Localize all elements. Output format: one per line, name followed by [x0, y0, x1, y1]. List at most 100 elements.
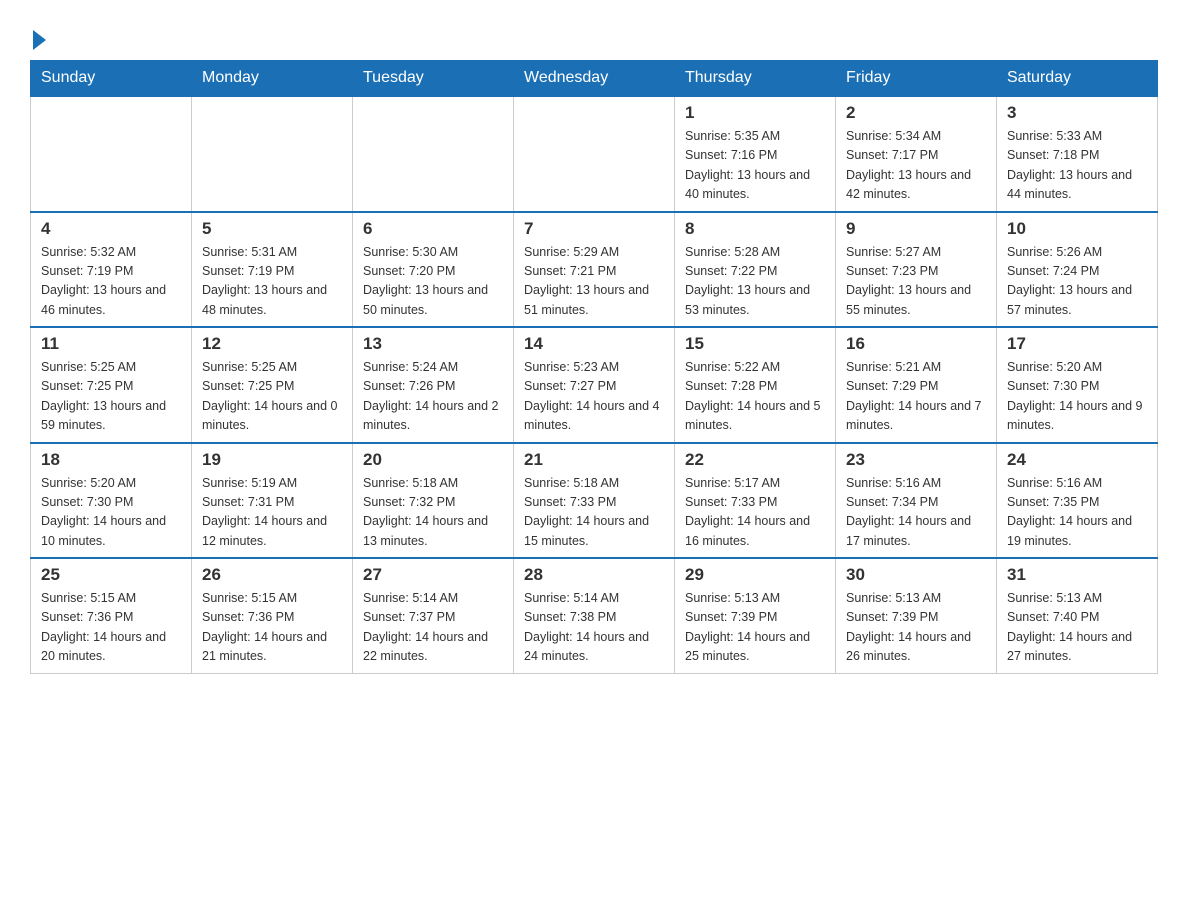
- day-number: 24: [1007, 450, 1147, 470]
- calendar-cell: 30 Sunrise: 5:13 AMSunset: 7:39 PMDayligh…: [836, 558, 997, 673]
- logo: [30, 30, 46, 50]
- day-info: Sunrise: 5:32 AMSunset: 7:19 PMDaylight:…: [41, 243, 181, 321]
- calendar-cell: 16 Sunrise: 5:21 AMSunset: 7:29 PMDayligh…: [836, 327, 997, 443]
- day-number: 11: [41, 334, 181, 354]
- calendar-cell: [514, 96, 675, 212]
- calendar-week-row: 4 Sunrise: 5:32 AMSunset: 7:19 PMDaylight…: [31, 212, 1158, 328]
- day-number: 22: [685, 450, 825, 470]
- day-info: Sunrise: 5:18 AMSunset: 7:33 PMDaylight:…: [524, 474, 664, 552]
- calendar-cell: 9 Sunrise: 5:27 AMSunset: 7:23 PMDaylight…: [836, 212, 997, 328]
- calendar-cell: 11 Sunrise: 5:25 AMSunset: 7:25 PMDayligh…: [31, 327, 192, 443]
- calendar-header-row: SundayMondayTuesdayWednesdayThursdayFrid…: [31, 61, 1158, 97]
- day-info: Sunrise: 5:33 AMSunset: 7:18 PMDaylight:…: [1007, 127, 1147, 205]
- header: [30, 20, 1158, 50]
- logo-triangle-icon: [33, 30, 46, 50]
- calendar-cell: 27 Sunrise: 5:14 AMSunset: 7:37 PMDayligh…: [353, 558, 514, 673]
- day-info: Sunrise: 5:14 AMSunset: 7:37 PMDaylight:…: [363, 589, 503, 667]
- day-number: 2: [846, 103, 986, 123]
- day-number: 19: [202, 450, 342, 470]
- calendar-header-tuesday: Tuesday: [353, 61, 514, 97]
- calendar-cell: 24 Sunrise: 5:16 AMSunset: 7:35 PMDayligh…: [997, 443, 1158, 559]
- day-info: Sunrise: 5:15 AMSunset: 7:36 PMDaylight:…: [41, 589, 181, 667]
- calendar-table: SundayMondayTuesdayWednesdayThursdayFrid…: [30, 60, 1158, 674]
- calendar-cell: [31, 96, 192, 212]
- day-info: Sunrise: 5:22 AMSunset: 7:28 PMDaylight:…: [685, 358, 825, 436]
- calendar-cell: 7Sunrise: 5:29 AMSunset: 7:21 PMDaylight…: [514, 212, 675, 328]
- day-number: 20: [363, 450, 503, 470]
- day-info: Sunrise: 5:25 AMSunset: 7:25 PMDaylight:…: [202, 358, 342, 436]
- day-info: Sunrise: 5:16 AMSunset: 7:35 PMDaylight:…: [1007, 474, 1147, 552]
- calendar-week-row: 25 Sunrise: 5:15 AMSunset: 7:36 PMDayligh…: [31, 558, 1158, 673]
- day-number: 15: [685, 334, 825, 354]
- day-info: Sunrise: 5:13 AMSunset: 7:39 PMDaylight:…: [685, 589, 825, 667]
- day-info: Sunrise: 5:23 AMSunset: 7:27 PMDaylight:…: [524, 358, 664, 436]
- day-info: Sunrise: 5:24 AMSunset: 7:26 PMDaylight:…: [363, 358, 503, 436]
- calendar-cell: 3 Sunrise: 5:33 AMSunset: 7:18 PMDaylight…: [997, 96, 1158, 212]
- day-info: Sunrise: 5:25 AMSunset: 7:25 PMDaylight:…: [41, 358, 181, 436]
- day-info: Sunrise: 5:35 AMSunset: 7:16 PMDaylight:…: [685, 127, 825, 205]
- calendar-cell: 23 Sunrise: 5:16 AMSunset: 7:34 PMDayligh…: [836, 443, 997, 559]
- calendar-header-sunday: Sunday: [31, 61, 192, 97]
- calendar-cell: 29 Sunrise: 5:13 AMSunset: 7:39 PMDayligh…: [675, 558, 836, 673]
- day-info: Sunrise: 5:29 AMSunset: 7:21 PMDaylight:…: [524, 243, 664, 321]
- day-info: Sunrise: 5:17 AMSunset: 7:33 PMDaylight:…: [685, 474, 825, 552]
- day-number: 17: [1007, 334, 1147, 354]
- calendar-week-row: 18Sunrise: 5:20 AMSunset: 7:30 PMDayligh…: [31, 443, 1158, 559]
- day-number: 5: [202, 219, 342, 239]
- calendar-cell: 28 Sunrise: 5:14 AMSunset: 7:38 PMDayligh…: [514, 558, 675, 673]
- day-info: Sunrise: 5:20 AMSunset: 7:30 PMDaylight:…: [1007, 358, 1147, 436]
- day-info: Sunrise: 5:14 AMSunset: 7:38 PMDaylight:…: [524, 589, 664, 667]
- day-number: 16: [846, 334, 986, 354]
- calendar-cell: 31 Sunrise: 5:13 AMSunset: 7:40 PMDayligh…: [997, 558, 1158, 673]
- day-number: 27: [363, 565, 503, 585]
- calendar-cell: 17 Sunrise: 5:20 AMSunset: 7:30 PMDayligh…: [997, 327, 1158, 443]
- calendar-cell: 8 Sunrise: 5:28 AMSunset: 7:22 PMDaylight…: [675, 212, 836, 328]
- calendar-cell: 21 Sunrise: 5:18 AMSunset: 7:33 PMDayligh…: [514, 443, 675, 559]
- day-info: Sunrise: 5:26 AMSunset: 7:24 PMDaylight:…: [1007, 243, 1147, 321]
- calendar-header-wednesday: Wednesday: [514, 61, 675, 97]
- day-number: 3: [1007, 103, 1147, 123]
- day-info: Sunrise: 5:13 AMSunset: 7:40 PMDaylight:…: [1007, 589, 1147, 667]
- day-info: Sunrise: 5:30 AMSunset: 7:20 PMDaylight:…: [363, 243, 503, 321]
- day-number: 18: [41, 450, 181, 470]
- calendar-cell: 13 Sunrise: 5:24 AMSunset: 7:26 PMDayligh…: [353, 327, 514, 443]
- day-number: 29: [685, 565, 825, 585]
- calendar-cell: 18Sunrise: 5:20 AMSunset: 7:30 PMDayligh…: [31, 443, 192, 559]
- day-info: Sunrise: 5:16 AMSunset: 7:34 PMDaylight:…: [846, 474, 986, 552]
- day-number: 21: [524, 450, 664, 470]
- day-number: 8: [685, 219, 825, 239]
- calendar-cell: 26Sunrise: 5:15 AMSunset: 7:36 PMDayligh…: [192, 558, 353, 673]
- calendar-cell: 4 Sunrise: 5:32 AMSunset: 7:19 PMDaylight…: [31, 212, 192, 328]
- calendar-cell: 2 Sunrise: 5:34 AMSunset: 7:17 PMDaylight…: [836, 96, 997, 212]
- day-info: Sunrise: 5:13 AMSunset: 7:39 PMDaylight:…: [846, 589, 986, 667]
- calendar-cell: 14Sunrise: 5:23 AMSunset: 7:27 PMDayligh…: [514, 327, 675, 443]
- calendar-cell: 20 Sunrise: 5:18 AMSunset: 7:32 PMDayligh…: [353, 443, 514, 559]
- day-number: 23: [846, 450, 986, 470]
- day-info: Sunrise: 5:15 AMSunset: 7:36 PMDaylight:…: [202, 589, 342, 667]
- day-info: Sunrise: 5:18 AMSunset: 7:32 PMDaylight:…: [363, 474, 503, 552]
- day-number: 1: [685, 103, 825, 123]
- calendar-cell: 10Sunrise: 5:26 AMSunset: 7:24 PMDayligh…: [997, 212, 1158, 328]
- day-info: Sunrise: 5:34 AMSunset: 7:17 PMDaylight:…: [846, 127, 986, 205]
- calendar-cell: 25 Sunrise: 5:15 AMSunset: 7:36 PMDayligh…: [31, 558, 192, 673]
- calendar-week-row: 1 Sunrise: 5:35 AMSunset: 7:16 PMDaylight…: [31, 96, 1158, 212]
- calendar-header-saturday: Saturday: [997, 61, 1158, 97]
- calendar-header-thursday: Thursday: [675, 61, 836, 97]
- calendar-header-monday: Monday: [192, 61, 353, 97]
- day-number: 9: [846, 219, 986, 239]
- day-number: 31: [1007, 565, 1147, 585]
- calendar-cell: 5Sunrise: 5:31 AMSunset: 7:19 PMDaylight…: [192, 212, 353, 328]
- day-number: 28: [524, 565, 664, 585]
- calendar-cell: 22 Sunrise: 5:17 AMSunset: 7:33 PMDayligh…: [675, 443, 836, 559]
- day-number: 25: [41, 565, 181, 585]
- calendar-cell: 12Sunrise: 5:25 AMSunset: 7:25 PMDayligh…: [192, 327, 353, 443]
- day-number: 30: [846, 565, 986, 585]
- day-number: 4: [41, 219, 181, 239]
- calendar-cell: 15 Sunrise: 5:22 AMSunset: 7:28 PMDayligh…: [675, 327, 836, 443]
- day-info: Sunrise: 5:28 AMSunset: 7:22 PMDaylight:…: [685, 243, 825, 321]
- calendar-cell: 1 Sunrise: 5:35 AMSunset: 7:16 PMDaylight…: [675, 96, 836, 212]
- day-info: Sunrise: 5:21 AMSunset: 7:29 PMDaylight:…: [846, 358, 986, 436]
- day-number: 13: [363, 334, 503, 354]
- day-info: Sunrise: 5:27 AMSunset: 7:23 PMDaylight:…: [846, 243, 986, 321]
- calendar-cell: [353, 96, 514, 212]
